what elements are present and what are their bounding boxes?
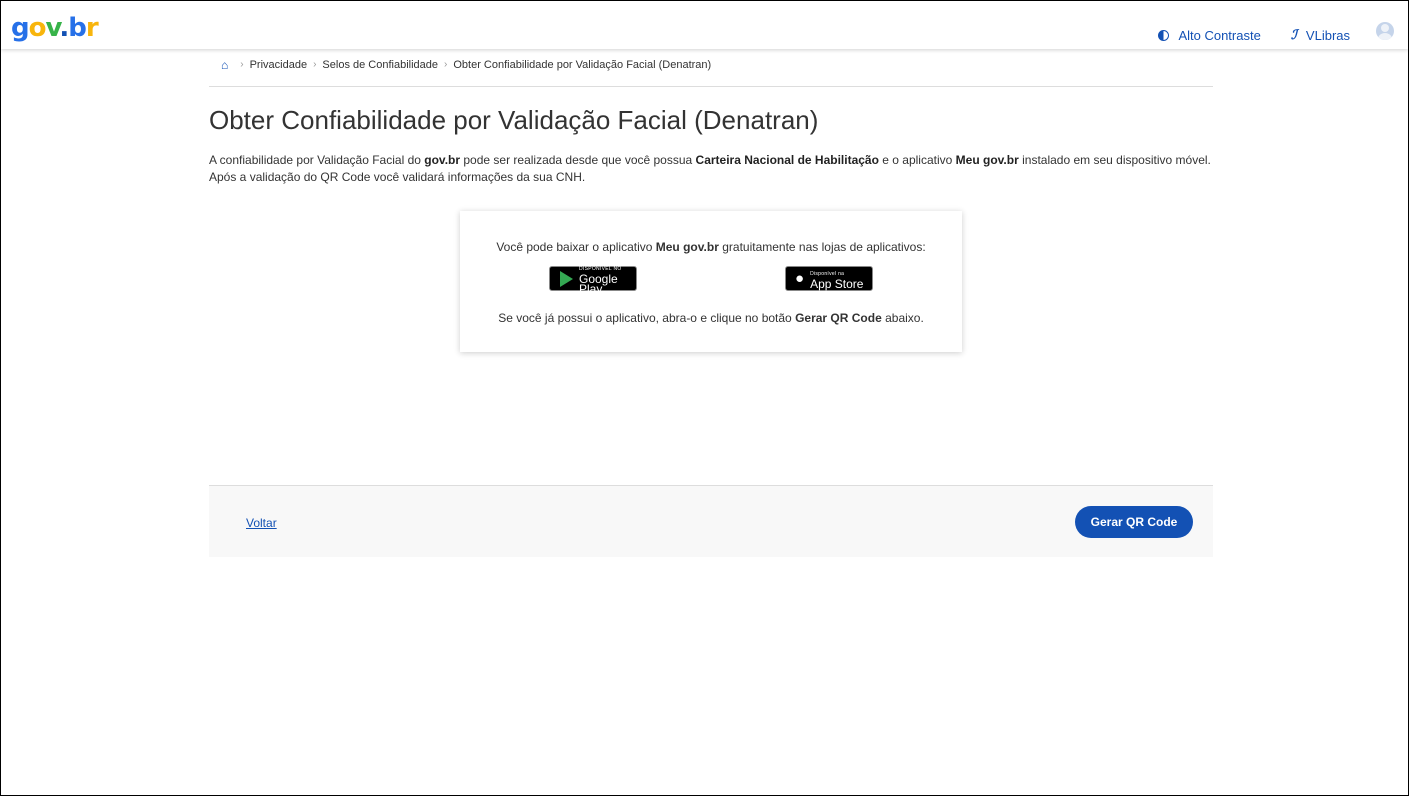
breadcrumb-item-selos[interactable]: Selos de Confiabilidade <box>322 59 438 71</box>
chevron-right-icon: › <box>313 59 317 70</box>
contrast-icon <box>1158 29 1170 41</box>
breadcrumb: ⌂ › Privacidade › Selos de Confiabilidad… <box>209 58 1213 87</box>
govbr-logo[interactable]: gov.br <box>11 15 99 41</box>
vlibras-label: VLibras <box>1305 27 1350 43</box>
user-avatar[interactable] <box>1376 22 1394 40</box>
vlibras-button[interactable]: ℐ VLibras <box>1291 27 1350 43</box>
download-info-text: Você pode baixar o aplicativo Meu gov.br… <box>496 240 926 254</box>
home-icon[interactable]: ⌂ <box>221 58 228 72</box>
intro-text: A confiabilidade por Validação Facial do… <box>209 153 1211 184</box>
header-actions: Alto Contraste ℐ VLibras <box>1128 22 1394 43</box>
top-header: gov.br Alto Contraste ℐ VLibras <box>1 1 1408 49</box>
app-store-badge[interactable]: ● Disponível na App Store <box>785 266 873 291</box>
high-contrast-button[interactable]: Alto Contraste <box>1158 27 1261 43</box>
page-title: Obter Confiabilidade por Validação Facia… <box>209 105 819 135</box>
qr-instructions-text: Se você já possui o aplicativo, abra-o e… <box>498 311 924 325</box>
high-contrast-label: Alto Contraste <box>1178 27 1261 43</box>
google-play-badge[interactable]: DISPONÍVEL NO Google Play <box>549 266 637 295</box>
generate-qr-code-button[interactable]: Gerar QR Code <box>1075 506 1193 538</box>
action-footer: Voltar Gerar QR Code <box>209 485 1213 557</box>
back-link[interactable]: Voltar <box>246 516 277 530</box>
breadcrumb-item-privacidade[interactable]: Privacidade <box>250 59 307 71</box>
sign-language-icon: ℐ <box>1290 27 1297 42</box>
chevron-right-icon: › <box>240 59 244 70</box>
chevron-right-icon: › <box>444 59 448 70</box>
breadcrumb-item-current: Obter Confiabilidade por Validação Facia… <box>453 59 712 71</box>
google-play-icon <box>560 270 573 287</box>
apple-icon: ● <box>795 270 805 287</box>
app-download-card: Você pode baixar o aplicativo Meu gov.br… <box>460 211 962 352</box>
